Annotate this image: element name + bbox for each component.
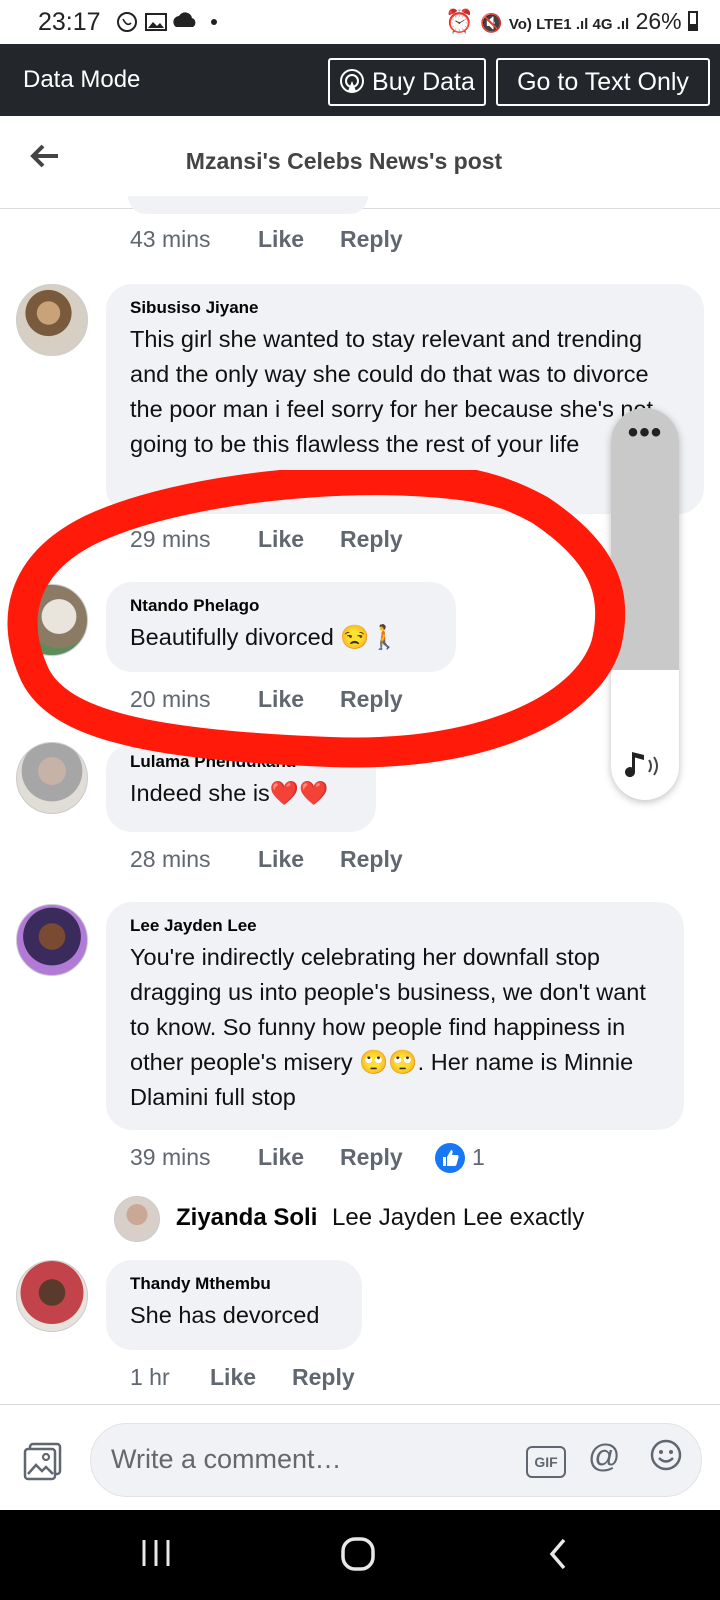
- battery-icon: [688, 11, 698, 31]
- emoji-icon[interactable]: [649, 1438, 683, 1480]
- avatar[interactable]: [16, 284, 88, 356]
- like-button[interactable]: Like: [258, 226, 304, 252]
- network-indicator: Vo) LTE1 .ıl 4G .ıl: [508, 16, 630, 33]
- avatar[interactable]: [16, 1260, 88, 1332]
- more-options-icon[interactable]: •••: [611, 416, 679, 450]
- status-bar: 23:17 ⏰ 🔇 Vo) LTE1 .ıl 4G .ıl 26%: [0, 0, 720, 44]
- comment-text: She has devorced: [130, 1302, 320, 1328]
- comment-composer: Write a comment… GIF @: [0, 1404, 720, 1511]
- data-mode-bar: Data Mode Buy Data Go to Text Only: [0, 44, 720, 116]
- status-right: ⏰ 🔇 Vo) LTE1 .ıl 4G .ıl 26%: [445, 8, 698, 35]
- prev-bubble-tail: [128, 196, 368, 214]
- system-nav-bar: [0, 1510, 720, 1600]
- reply-button[interactable]: Reply: [292, 1364, 355, 1390]
- photo-icon[interactable]: [22, 1441, 64, 1486]
- like-button[interactable]: Like: [210, 1364, 256, 1390]
- home-icon[interactable]: [340, 1536, 376, 1581]
- reaction-count[interactable]: 1: [472, 1144, 485, 1171]
- comment-author[interactable]: Thandy Mthembu: [130, 1274, 338, 1294]
- reply-button[interactable]: Reply: [340, 846, 403, 872]
- like-button[interactable]: Like: [258, 846, 304, 872]
- avatar[interactable]: [114, 1196, 160, 1242]
- reply-button[interactable]: Reply: [340, 226, 403, 252]
- reply-author[interactable]: Ziyanda Soli: [176, 1204, 317, 1231]
- recent-apps-icon[interactable]: [140, 1538, 172, 1577]
- comment-text: Indeed she is❤️❤️: [130, 780, 329, 806]
- comment-text: You're indirectly celebrating her downfa…: [130, 944, 646, 1110]
- text-only-button[interactable]: Go to Text Only: [496, 58, 710, 106]
- comment-input[interactable]: Write a comment… GIF @: [90, 1423, 702, 1497]
- gif-button[interactable]: GIF: [526, 1446, 566, 1478]
- avatar[interactable]: [16, 904, 88, 976]
- red-circle-annotation: [7, 470, 626, 768]
- alarm-icon: ⏰: [445, 8, 474, 34]
- comment-author[interactable]: Lee Jayden Lee: [130, 916, 660, 936]
- comment-text: This girl she wanted to stay relevant an…: [130, 326, 654, 457]
- reply-preview[interactable]: Ziyanda Soli Lee Jayden Lee exactly: [176, 1204, 584, 1232]
- reply-button[interactable]: Reply: [340, 1144, 403, 1170]
- comment-time: 28 mins: [130, 846, 211, 872]
- buy-data-button[interactable]: Buy Data: [328, 58, 486, 106]
- comment-meta: 28 mins Like Reply: [130, 846, 530, 876]
- page-title: Mzansi's Celebs News's post: [185, 148, 503, 174]
- comment-author[interactable]: Sibusiso Jiyane: [130, 298, 680, 318]
- mention-button[interactable]: @: [588, 1438, 620, 1475]
- comment-bubble: Thandy Mthembu She has devorced: [106, 1260, 362, 1350]
- comment-meta: 39 mins Like Reply 1: [130, 1142, 590, 1180]
- comment-bubble: Lee Jayden Lee You're indirectly celebra…: [106, 902, 684, 1130]
- comment-time: 43 mins: [130, 226, 211, 252]
- like-button[interactable]: Like: [258, 1144, 304, 1170]
- comment-placeholder: Write a comment…: [111, 1444, 342, 1474]
- comment-time: 1 hr: [130, 1364, 170, 1390]
- notification-icons: [116, 10, 226, 40]
- back-icon[interactable]: [546, 1536, 570, 1581]
- mute-icon: 🔇: [480, 13, 503, 33]
- data-mode-label: Data Mode: [23, 66, 141, 93]
- broadcast-icon: [339, 68, 372, 96]
- comment-meta: 1 hr Like Reply: [130, 1364, 530, 1394]
- battery-level: 26%: [635, 8, 682, 34]
- thumbs-up-icon: [434, 1142, 466, 1180]
- status-time: 23:17: [38, 8, 101, 36]
- prev-comment-meta: 43 mins Like Reply: [130, 226, 530, 256]
- reply-text: Lee Jayden Lee exactly: [332, 1204, 585, 1231]
- comment-time: 39 mins: [130, 1144, 211, 1170]
- text-only-label: Go to Text Only: [517, 68, 689, 96]
- buy-data-label: Buy Data: [372, 68, 475, 96]
